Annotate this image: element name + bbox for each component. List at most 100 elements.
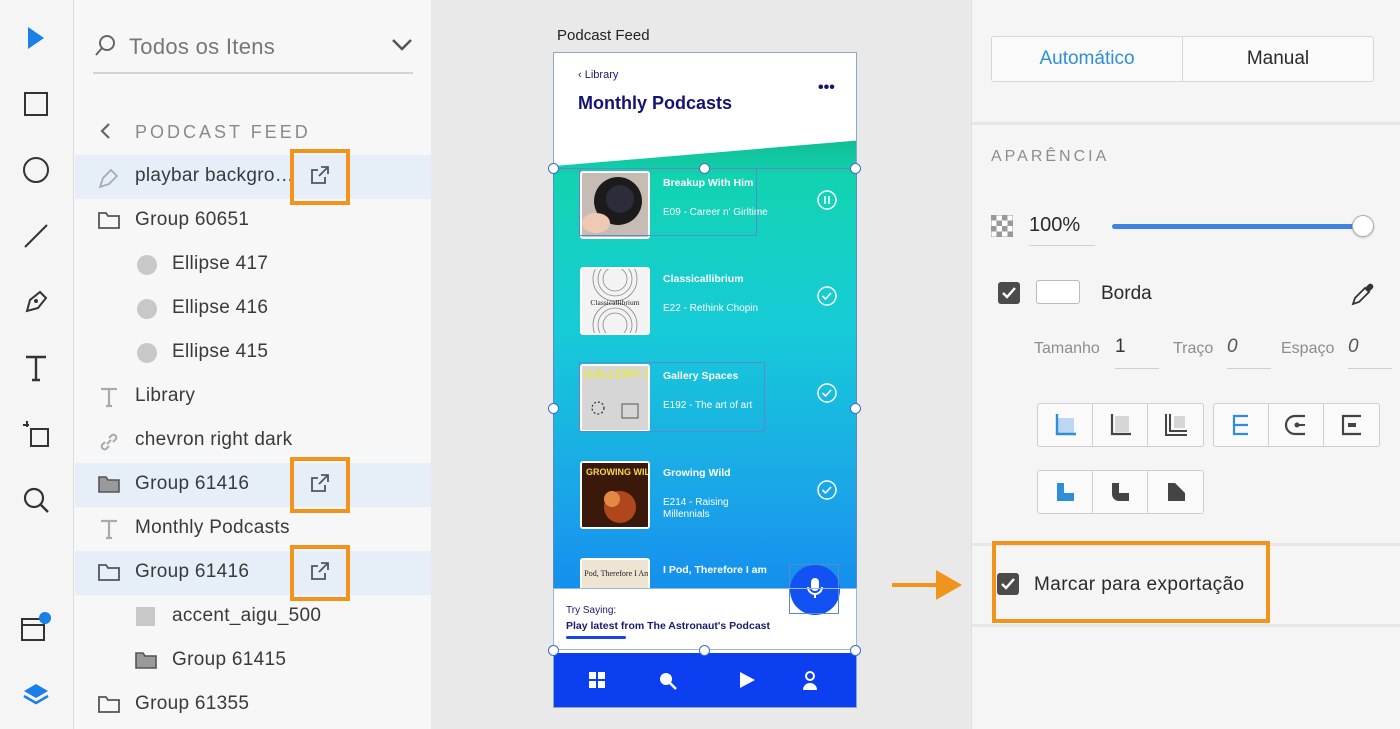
ellipse-tool-icon[interactable] xyxy=(16,150,56,190)
layer-row[interactable]: Group 61415 xyxy=(75,639,431,683)
layer-row[interactable]: playbar backgro… xyxy=(75,149,431,205)
layer-row[interactable]: Monthly Podcasts xyxy=(75,507,431,551)
export-marker[interactable] xyxy=(290,457,350,513)
layer-name: Group 61355 xyxy=(135,693,250,714)
mark-for-export-checkbox[interactable] xyxy=(997,573,1019,595)
back-link[interactable]: ‹ Library xyxy=(578,69,618,81)
mode-auto-button[interactable]: Automático xyxy=(992,37,1183,81)
layer-row[interactable]: accent_aigu_500 xyxy=(75,595,431,639)
layer-row[interactable]: Group 61416 xyxy=(75,545,431,601)
export-marker[interactable] xyxy=(290,545,350,601)
layer-name: Ellipse 416 xyxy=(172,297,269,318)
stroke-center-icon[interactable] xyxy=(1093,404,1148,446)
stroke-join-group xyxy=(1213,403,1380,447)
resize-handle[interactable] xyxy=(548,403,559,414)
ellipse-icon xyxy=(135,342,159,364)
layer-row[interactable]: chevron right dark xyxy=(75,419,431,463)
pen-icon xyxy=(97,166,121,189)
border-checkbox[interactable] xyxy=(998,282,1020,304)
ellipse-icon xyxy=(135,298,159,320)
chevron-down-icon[interactable] xyxy=(391,38,413,57)
pen-tool-icon[interactable] xyxy=(16,282,56,322)
search-icon xyxy=(93,34,117,63)
layer-row[interactable]: Ellipse 417 xyxy=(75,243,431,287)
size-input[interactable]: 1 xyxy=(1115,336,1159,369)
select-tool-icon[interactable] xyxy=(16,18,56,58)
mode-manual-button[interactable]: Manual xyxy=(1183,37,1373,81)
opacity-input[interactable]: 100% xyxy=(1029,214,1095,246)
stroke-outside-icon[interactable] xyxy=(1148,404,1203,446)
layer-name: Ellipse 417 xyxy=(172,253,269,274)
folder-filled-icon xyxy=(97,474,121,496)
stroke-align-group xyxy=(1037,403,1204,447)
gap-input[interactable]: 0 xyxy=(1348,336,1392,369)
join-miter-icon[interactable] xyxy=(1214,404,1269,446)
corner-round-icon[interactable] xyxy=(1093,471,1148,513)
text-icon xyxy=(99,386,123,408)
folder-icon xyxy=(97,694,121,716)
resize-handle[interactable] xyxy=(850,403,861,414)
folder-filled-icon xyxy=(134,650,158,672)
size-label: Tamanho xyxy=(1034,340,1100,357)
responsive-resize-toggle[interactable]: Automático Manual xyxy=(991,36,1374,82)
folder-icon xyxy=(97,562,121,584)
corner-square-icon[interactable] xyxy=(1038,471,1093,513)
join-bevel-icon[interactable] xyxy=(1324,404,1379,446)
layer-name: Group 61415 xyxy=(172,649,287,670)
more-icon[interactable]: ••• xyxy=(818,79,835,97)
resize-handle[interactable] xyxy=(548,645,559,656)
feed-header: ‹ Library Monthly Podcasts ••• xyxy=(554,53,856,139)
resize-handle[interactable] xyxy=(850,163,861,174)
artboard-title[interactable]: Podcast Feed xyxy=(557,27,650,44)
join-round-icon[interactable] xyxy=(1269,404,1324,446)
stroke-inside-icon[interactable] xyxy=(1038,404,1093,446)
divider xyxy=(972,122,1400,125)
border-color-swatch[interactable] xyxy=(1036,280,1080,304)
export-marker[interactable] xyxy=(290,149,350,205)
selection-bounds xyxy=(579,168,757,236)
layer-row[interactable]: Group 61416 xyxy=(75,457,431,513)
resize-handle[interactable] xyxy=(548,163,559,174)
opacity-slider-handle[interactable] xyxy=(1352,215,1374,237)
chevron-left-icon[interactable] xyxy=(99,122,111,145)
resize-handle[interactable] xyxy=(699,645,710,656)
section-title: APARÊNCIA xyxy=(991,148,1110,165)
assets-panel-icon[interactable] xyxy=(16,608,56,648)
layer-name: playbar backgro… xyxy=(135,165,294,186)
layer-row[interactable]: Group 60651 xyxy=(75,199,431,243)
artboard-tool-icon[interactable] xyxy=(16,414,56,454)
layer-name: Ellipse 415 xyxy=(172,341,269,362)
line-tool-icon[interactable] xyxy=(16,216,56,256)
layer-row[interactable]: Ellipse 415 xyxy=(75,331,431,375)
corner-bevel-icon[interactable] xyxy=(1148,471,1203,513)
bottom-nav xyxy=(554,653,856,707)
play-icon[interactable] xyxy=(738,671,756,694)
eyedropper-icon[interactable] xyxy=(1349,280,1377,313)
resize-handle[interactable] xyxy=(850,645,861,656)
opacity-slider[interactable] xyxy=(1112,224,1364,229)
layer-row[interactable]: Group 61355 xyxy=(75,683,431,727)
layers-panel-icon[interactable] xyxy=(16,674,56,714)
layer-row[interactable]: Ellipse 416 xyxy=(75,287,431,331)
search-icon[interactable] xyxy=(658,671,678,696)
zoom-tool-icon[interactable] xyxy=(16,480,56,520)
text-icon xyxy=(99,518,123,540)
external-link-icon xyxy=(309,164,331,191)
folder-icon xyxy=(97,210,121,232)
text-tool-icon[interactable] xyxy=(16,348,56,388)
canvas[interactable]: Podcast Feed ‹ Library Monthly Podcasts … xyxy=(431,0,971,729)
resize-handle[interactable] xyxy=(699,163,710,174)
layer-filter[interactable]: Todos os Itens xyxy=(93,22,413,74)
layer-name: accent_aigu_500 xyxy=(172,605,322,626)
profile-icon[interactable] xyxy=(802,671,818,696)
layer-name: Library xyxy=(135,385,196,406)
tool-rail xyxy=(0,0,74,729)
external-link-icon xyxy=(309,560,331,587)
rectangle-tool-icon[interactable] xyxy=(16,84,56,124)
feed-title: Monthly Podcasts xyxy=(578,93,733,113)
arrow-pointer-icon xyxy=(892,568,964,607)
layers-panel: Todos os Itens PODCAST FEED playbar back… xyxy=(75,0,431,729)
stroke-input[interactable]: 0 xyxy=(1227,336,1271,369)
grid-icon[interactable] xyxy=(588,671,606,694)
layer-row[interactable]: Library xyxy=(75,375,431,419)
